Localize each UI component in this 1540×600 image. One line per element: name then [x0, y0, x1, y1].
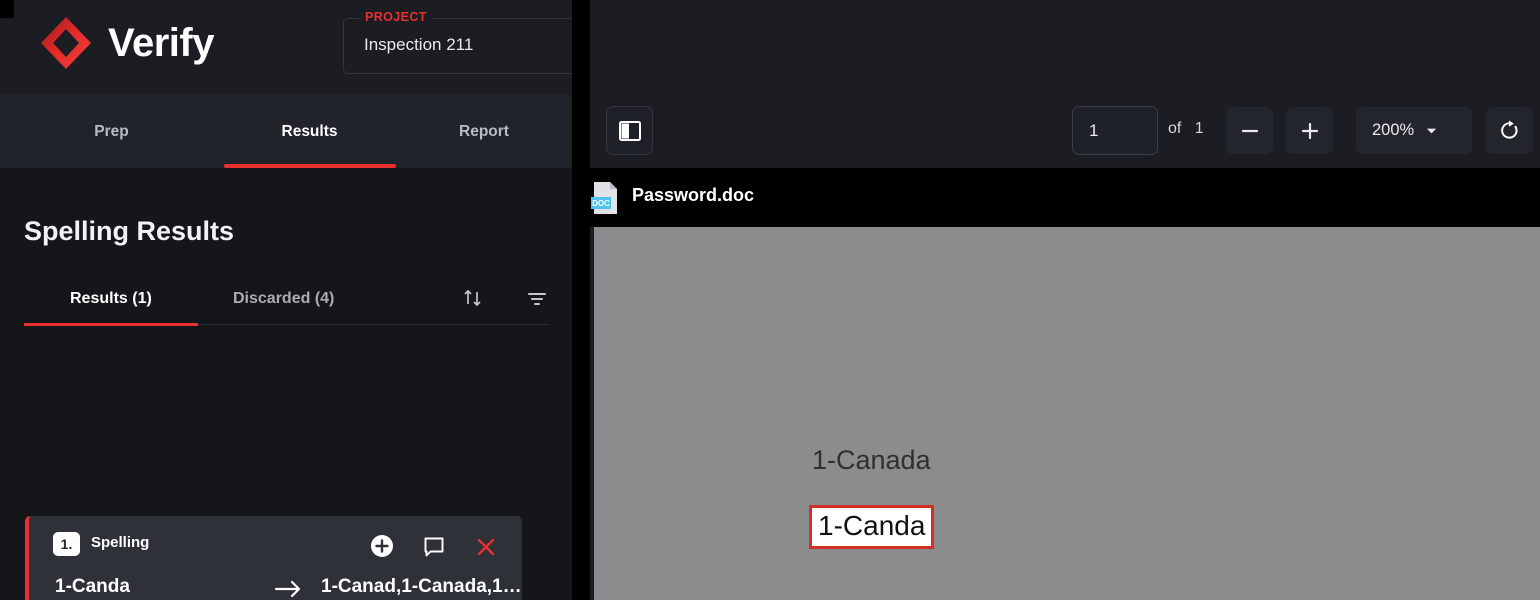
highlighted-error-value: 1-Canda: [818, 510, 926, 541]
page-of-label: of: [1168, 120, 1182, 137]
sort-icon[interactable]: [460, 285, 486, 311]
document-page[interactable]: 1-Canada 1-Canda: [594, 227, 1540, 600]
dismiss-icon[interactable]: [473, 534, 499, 565]
brand-name: Verify: [108, 21, 214, 65]
nav-tab-prep-label: Prep: [94, 122, 129, 140]
document-header: DOC Password.doc: [590, 168, 1540, 227]
project-label: PROJECT: [360, 10, 432, 24]
highlighted-error-text[interactable]: 1-Canda: [809, 505, 935, 550]
panel-title: Spelling Results: [24, 216, 235, 246]
red-diamond-outline-icon: [41, 17, 91, 69]
arrow-icon: [273, 578, 305, 600]
add-icon[interactable]: [370, 534, 394, 563]
nav-tab-prep[interactable]: Prep: [0, 95, 223, 168]
zoom-in-button[interactable]: [1286, 107, 1333, 154]
document-viewer: of 1 200%: [590, 0, 1540, 600]
header-notch: [0, 0, 14, 18]
subtab-active-underline: [24, 323, 198, 326]
app-root: Verify PROJECT Inspection 211 Prep Resul…: [0, 0, 1540, 600]
nav-tab-results-label: Results: [281, 122, 338, 140]
zoom-level-select[interactable]: 200%: [1356, 107, 1472, 154]
document-body-text: 1-Canada: [812, 445, 931, 475]
comment-icon[interactable]: [421, 534, 447, 565]
chevron-down-icon: [1427, 128, 1437, 134]
document-filename: Password.doc: [632, 185, 755, 205]
panel-toggle-icon[interactable]: [606, 106, 653, 155]
page-number-input[interactable]: [1072, 106, 1158, 155]
results-panel: Spelling Results Results (1) Discarded (…: [0, 168, 572, 600]
brand-logo[interactable]: Verify: [38, 14, 214, 72]
column-divider: [572, 0, 590, 600]
rotate-clockwise-icon[interactable]: [1486, 107, 1533, 154]
subtab-results-label: Results (1): [70, 289, 152, 307]
page-total-text: of 1: [1168, 120, 1204, 138]
result-index-badge: 1.: [53, 532, 80, 556]
result-type-label: Spelling: [91, 534, 150, 551]
app-header: Verify PROJECT Inspection 211: [0, 0, 581, 95]
filter-icon[interactable]: [524, 285, 550, 311]
left-column: Verify PROJECT Inspection 211 Prep Resul…: [0, 0, 581, 600]
page-total-value: 1: [1194, 120, 1204, 137]
result-card[interactable]: 1. Spelling 1-Canda 1-Canad,1-Canada,1…: [25, 516, 522, 600]
main-nav-tabs: Prep Results Report: [0, 95, 572, 168]
zoom-out-button[interactable]: [1226, 107, 1273, 154]
suggestions-value: 1-Canad,1-Canada,1…: [321, 576, 522, 597]
nav-tab-report-label: Report: [459, 122, 509, 140]
subtab-discarded-label: Discarded (4): [233, 289, 335, 307]
nav-tab-report[interactable]: Report: [396, 95, 572, 168]
nav-tab-results[interactable]: Results: [223, 95, 396, 168]
doc-file-icon: DOC: [590, 181, 620, 220]
subtab-results[interactable]: Results (1): [24, 272, 198, 326]
zoom-level-value: 200%: [1372, 121, 1415, 139]
subtab-discarded[interactable]: Discarded (4): [233, 272, 334, 325]
viewer-toolbar: of 1 200%: [590, 0, 1540, 168]
project-value: Inspection 211: [364, 35, 474, 54]
project-field[interactable]: PROJECT Inspection 211: [343, 10, 581, 74]
misspelled-word: 1-Canda: [55, 576, 130, 597]
results-subtabs: Results (1) Discarded (4): [24, 272, 550, 326]
doc-file-icon-label: DOC: [592, 199, 610, 208]
